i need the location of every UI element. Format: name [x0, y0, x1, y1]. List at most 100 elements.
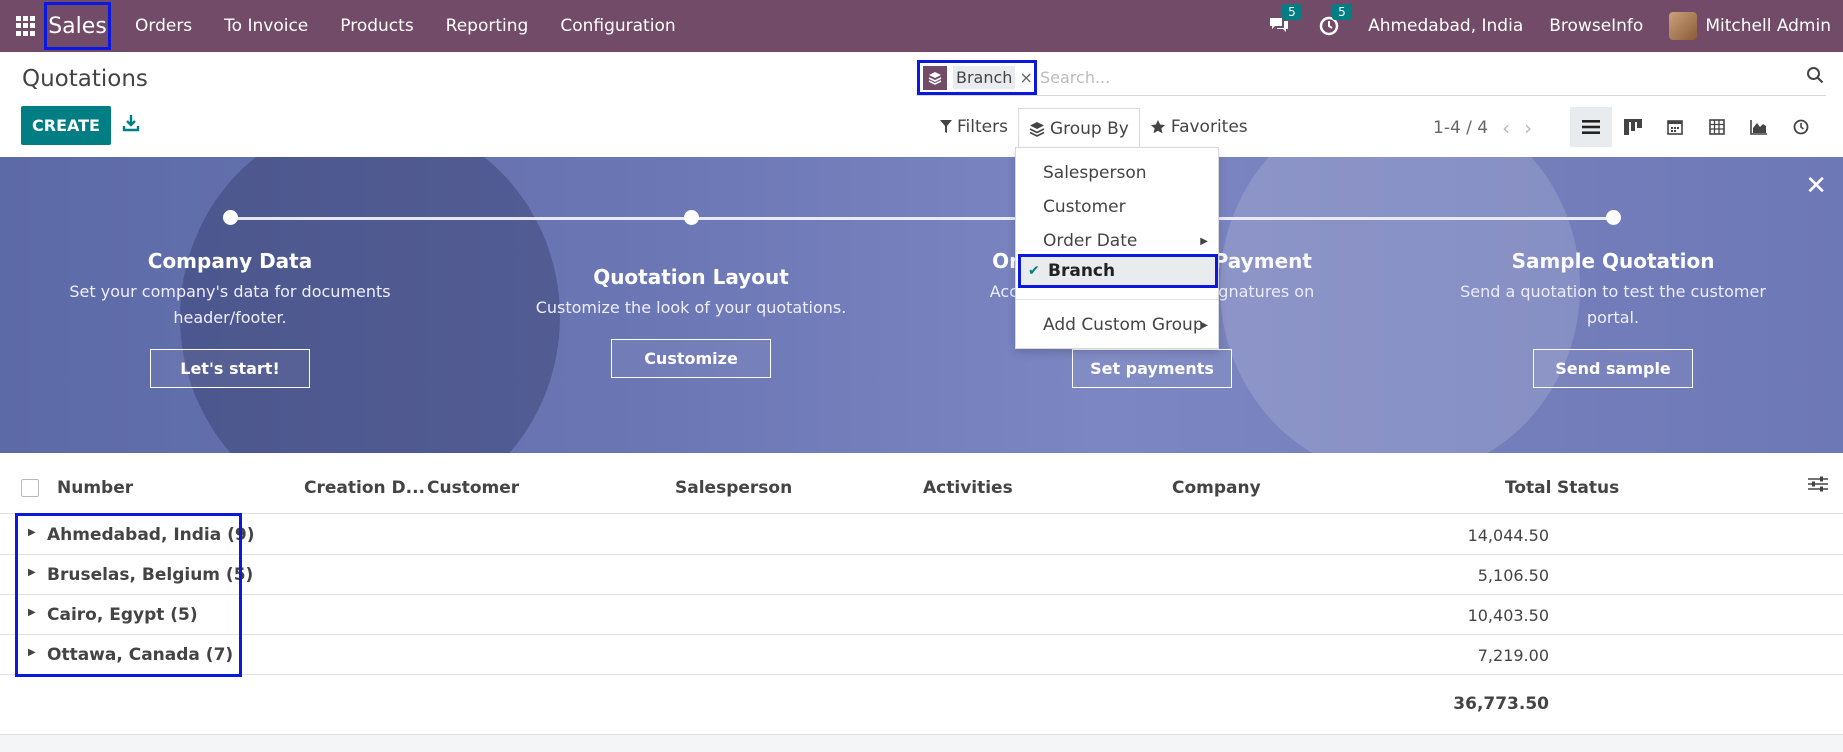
menu-products[interactable]: Products — [340, 16, 413, 36]
groupby-item-label: Salesperson — [1043, 163, 1147, 183]
main-menu: Orders To Invoice Products Reporting Con… — [135, 0, 708, 52]
menu-orders[interactable]: Orders — [135, 16, 192, 36]
grand-total: 36,773.50 — [1453, 694, 1549, 714]
activities-clock-icon[interactable]: 5 — [1318, 4, 1352, 37]
step-title: Quotation Layout — [593, 265, 789, 289]
search-bar: Branch × — [916, 60, 1826, 96]
caret-right-icon: ▶ — [28, 567, 36, 578]
activities-badge: 5 — [1332, 4, 1352, 20]
graph-view-icon[interactable] — [1738, 107, 1780, 147]
list-footer — [0, 734, 1843, 752]
user-avatar[interactable] — [1669, 12, 1698, 40]
caret-right-icon: ▶ — [28, 527, 36, 538]
messages-badge: 5 — [1282, 4, 1302, 20]
list-header: Number Creation D... Customer Salesperso… — [0, 462, 1843, 514]
filter-icon — [940, 120, 952, 133]
menu-reporting[interactable]: Reporting — [446, 16, 529, 36]
layers-icon — [1029, 121, 1045, 137]
groupby-item-label: Add Custom Group — [1043, 315, 1204, 335]
groupby-item-order-date[interactable]: Order Date ▶ — [1016, 224, 1218, 258]
onboarding-banner: Company Data Set your company's data for… — [0, 157, 1843, 453]
step-title: Sample Quotation — [1511, 249, 1715, 273]
add-custom-group[interactable]: Add Custom Group ▶ — [1016, 308, 1218, 342]
dropdown-divider — [1016, 299, 1218, 300]
kanban-view-icon[interactable] — [1612, 107, 1654, 147]
caret-right-icon: ▶ — [28, 607, 36, 618]
column-status[interactable]: Status — [1557, 462, 1619, 514]
app-brand[interactable]: Sales — [44, 2, 111, 50]
create-button[interactable]: CREATE — [21, 106, 111, 145]
top-navbar: Sales Orders To Invoice Products Reporti… — [0, 0, 1843, 52]
groupby-item-salesperson[interactable]: Salesperson — [1016, 156, 1218, 190]
checkmark-icon: ✔ — [1028, 263, 1040, 279]
group-row-cairo[interactable]: ▶ Cairo, Egypt (5) 10,403.50 — [0, 595, 1843, 635]
group-total: 7,219.00 — [1477, 645, 1549, 665]
step-description: Send a quotation to test the customer po… — [1460, 282, 1766, 327]
select-all-checkbox[interactable] — [21, 479, 39, 497]
column-company[interactable]: Company — [1172, 462, 1261, 514]
group-total: 14,044.50 — [1467, 525, 1549, 545]
favorites-toggle[interactable]: Favorites — [1140, 108, 1258, 146]
optional-columns-icon[interactable] — [1808, 475, 1828, 498]
step-dot — [684, 210, 699, 225]
groupby-label: Group By — [1049, 118, 1129, 139]
facet-close-icon[interactable]: × — [1019, 68, 1032, 87]
pager-value[interactable]: 1-4 / 4 — [1433, 118, 1488, 138]
step-description: Set your company's data for documents he… — [69, 282, 391, 327]
column-total[interactable]: Total — [1505, 462, 1551, 514]
caret-right-icon: ▶ — [1200, 235, 1208, 247]
group-name: Bruselas, Belgium (5) — [47, 565, 254, 585]
filters-label: Filters — [957, 117, 1008, 137]
branch-switcher[interactable]: Ahmedabad, India — [1368, 16, 1523, 36]
close-icon[interactable]: ✕ — [1805, 171, 1827, 201]
apps-menu-icon[interactable] — [16, 16, 36, 36]
menu-to-invoice[interactable]: To Invoice — [224, 16, 308, 36]
systray: 5 5 Ahmedabad, India BrowseInfo Mitchell… — [1268, 0, 1843, 52]
calendar-view-icon[interactable] — [1654, 107, 1696, 147]
groupby-item-customer[interactable]: Customer — [1016, 190, 1218, 224]
search-facet-branch[interactable]: Branch × — [917, 60, 1037, 95]
column-creation-date[interactable]: Creation D... — [304, 462, 425, 514]
filters-toggle[interactable]: Filters — [930, 108, 1018, 146]
facet-label: Branch — [953, 66, 1016, 89]
column-salesperson[interactable]: Salesperson — [675, 462, 792, 514]
list-view-icon[interactable] — [1570, 107, 1612, 147]
send-sample-button[interactable]: Send sample — [1533, 349, 1693, 388]
column-customer[interactable]: Customer — [427, 462, 519, 514]
download-icon[interactable] — [122, 114, 140, 132]
step-title: Company Data — [147, 249, 313, 273]
pager: 1-4 / 4 ‹ › — [1433, 116, 1532, 140]
group-name: Ahmedabad, India (9) — [47, 525, 255, 545]
company-switcher[interactable]: BrowseInfo — [1549, 16, 1643, 36]
user-menu[interactable]: Mitchell Admin — [1705, 16, 1831, 36]
layers-icon — [923, 65, 947, 90]
pager-next-icon[interactable]: › — [1524, 116, 1532, 140]
messages-icon[interactable]: 5 — [1268, 4, 1302, 37]
step-description: Customize the look of your quotations. — [535, 298, 847, 317]
group-total: 5,106.50 — [1477, 565, 1549, 585]
pager-previous-icon[interactable]: ‹ — [1502, 116, 1510, 140]
groupby-item-label: Customer — [1043, 197, 1126, 217]
view-switcher — [1570, 107, 1822, 147]
group-row-ahmedabad[interactable]: ▶ Ahmedabad, India (9) 14,044.50 — [0, 515, 1843, 555]
groupby-toggle[interactable]: Group By — [1017, 108, 1140, 148]
set-payments-button[interactable]: Set payments — [1072, 349, 1232, 388]
column-activities[interactable]: Activities — [923, 462, 1013, 514]
groupby-item-branch[interactable]: ✔ Branch — [1018, 254, 1218, 288]
caret-right-icon: ▶ — [28, 647, 36, 658]
group-row-ottawa[interactable]: ▶ Ottawa, Canada (7) 7,219.00 — [0, 635, 1843, 675]
lets-start-button[interactable]: Let's start! — [150, 349, 310, 388]
column-number[interactable]: Number — [57, 462, 133, 514]
menu-configuration[interactable]: Configuration — [560, 16, 675, 36]
search-input[interactable] — [1040, 64, 1740, 90]
caret-right-icon: ▶ — [1200, 319, 1208, 331]
page-title: Quotations — [22, 66, 148, 92]
group-row-bruselas[interactable]: ▶ Bruselas, Belgium (5) 5,106.50 — [0, 555, 1843, 595]
favorites-label: Favorites — [1170, 117, 1248, 137]
search-icon[interactable] — [1806, 66, 1824, 89]
onboarding-step-company-data: Company Data Set your company's data for… — [60, 249, 400, 388]
pivot-view-icon[interactable] — [1696, 107, 1738, 147]
onboarding-progress-line — [230, 217, 1614, 220]
activity-view-icon[interactable] — [1780, 107, 1822, 147]
customize-button[interactable]: Customize — [611, 339, 771, 378]
